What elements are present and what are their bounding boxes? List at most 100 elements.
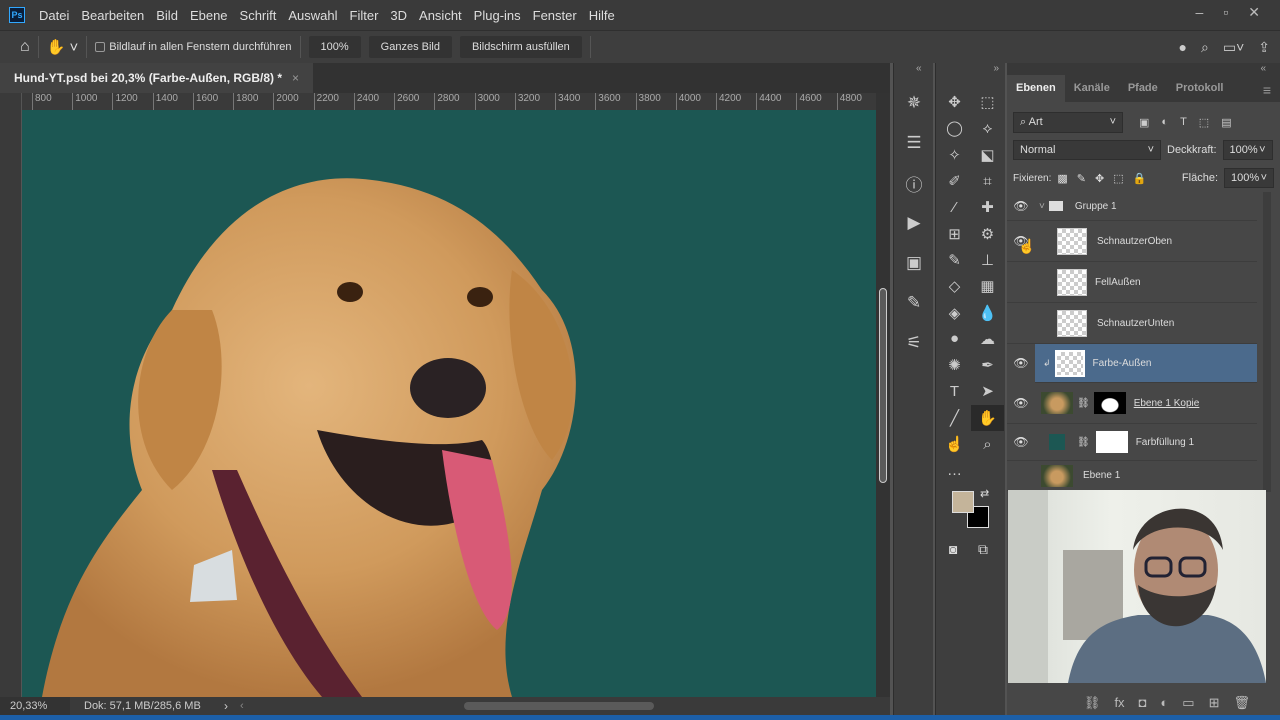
filter-kind-select[interactable]: ⌕ Art ˅: [1013, 111, 1123, 133]
layer-row-schnautzerunten[interactable]: SchnautzerUnten: [1007, 303, 1257, 344]
delete-layer-icon[interactable]: 🗑: [1233, 695, 1250, 711]
paint-bucket-icon[interactable]: ◈: [938, 299, 971, 325]
type-filter-icon[interactable]: T: [1180, 116, 1187, 129]
zoom-tool-icon[interactable]: ⌕: [971, 431, 1004, 457]
sponge-icon[interactable]: ☁: [971, 326, 1004, 352]
lock-all-icon[interactable]: 🔒: [1133, 172, 1147, 185]
foreground-color-swatch[interactable]: [952, 491, 974, 513]
brush-tool-icon[interactable]: ✎: [938, 247, 971, 273]
scroll-left-icon[interactable]: ‹: [240, 700, 244, 712]
swap-colors-icon[interactable]: ⇄: [980, 487, 989, 500]
menu-plugins[interactable]: Plug-ins: [468, 8, 527, 23]
layer-row-farbfuellung-1[interactable]: 👁 ⛓ Farbfüllung 1: [1007, 424, 1257, 461]
lock-position-icon[interactable]: ✥: [1095, 172, 1104, 185]
visibility-eye-icon[interactable]: 👁: [1007, 343, 1035, 383]
scrollbar-thumb[interactable]: [879, 288, 887, 483]
layer-row-fellaussen[interactable]: FellAußen: [1007, 262, 1257, 303]
pen-tool-icon[interactable]: ✒: [971, 352, 1004, 378]
expand-icon[interactable]: »: [936, 63, 1005, 77]
menu-filter[interactable]: Filter: [344, 8, 385, 23]
fit-screen-button[interactable]: Ganzes Bild: [368, 36, 452, 58]
shape-filter-icon[interactable]: ⬚: [1199, 116, 1209, 129]
zoom-100-button[interactable]: 100%: [308, 36, 361, 58]
layers-scrollbar[interactable]: [1263, 192, 1271, 492]
adjustments-icon[interactable]: ☰: [894, 123, 934, 163]
polygon-lasso-icon[interactable]: ⟡: [971, 115, 1004, 141]
document-tab[interactable]: Hund-YT.psd bei 20,3% (Farbe-Außen, RGB/…: [0, 63, 314, 93]
layer-row-ebene-1[interactable]: Ebene 1: [1007, 461, 1257, 491]
layer-row-ebene-1-kopie[interactable]: 👁 ⛓ Ebene 1 Kopie: [1007, 383, 1257, 424]
layer-mask-thumbnail[interactable]: [1095, 431, 1128, 453]
adjustment-filter-icon[interactable]: ◐: [1161, 116, 1168, 129]
blur-icon[interactable]: 💧: [971, 299, 1004, 325]
marquee-tool-icon[interactable]: ⬚: [971, 89, 1004, 115]
menu-3d[interactable]: 3D: [384, 8, 413, 23]
patch-icon[interactable]: ⊞: [938, 220, 971, 246]
brush-settings-icon[interactable]: ✵: [894, 83, 934, 123]
lock-pixels-icon[interactable]: ✎: [1077, 172, 1086, 185]
stamp-tool-icon[interactable]: ⊥: [971, 247, 1004, 273]
menu-auswahl[interactable]: Auswahl: [282, 8, 343, 23]
panel-menu-icon[interactable]: ≡: [1254, 75, 1280, 102]
fill-color-thumbnail[interactable]: [1049, 434, 1065, 450]
layer-row-schnautzeroben[interactable]: 👁 SchnautzerOben: [1007, 221, 1257, 262]
minimize-icon[interactable]: –: [1196, 4, 1204, 21]
lock-artboard-icon[interactable]: ⬚: [1113, 172, 1123, 185]
menu-bearbeiten[interactable]: Bearbeiten: [75, 8, 150, 23]
quick-select-icon[interactable]: ✐: [938, 168, 971, 194]
vertical-scrollbar[interactable]: [876, 93, 890, 697]
menu-fenster[interactable]: Fenster: [527, 8, 583, 23]
home-icon[interactable]: ⌂: [20, 38, 30, 56]
link-layers-icon[interactable]: ⛓: [1084, 695, 1101, 711]
pixel-filter-icon[interactable]: ▣: [1139, 116, 1149, 129]
screen-mode-icon[interactable]: ⧉: [978, 541, 988, 558]
menu-ebene[interactable]: Ebene: [184, 8, 234, 23]
eyedropper-icon[interactable]: ⁄: [938, 194, 971, 220]
expand-chevron-icon[interactable]: ˅: [1039, 201, 1045, 212]
close-tab-icon[interactable]: ×: [292, 71, 299, 85]
quick-mask-icon[interactable]: ◙: [949, 541, 957, 557]
layer-row-gruppe-1[interactable]: 👁 ˅ Gruppe 1: [1007, 192, 1257, 221]
status-arrow-icon[interactable]: ›: [224, 699, 228, 713]
panel-collapse-icon[interactable]: «: [1007, 63, 1280, 75]
properties-icon[interactable]: ⚟: [894, 323, 934, 363]
more-tools-icon[interactable]: …: [938, 457, 971, 483]
menu-datei[interactable]: Datei: [33, 8, 75, 23]
dodge-icon[interactable]: ●: [938, 326, 971, 352]
layer-mask-thumbnail[interactable]: [1093, 392, 1126, 414]
fill-screen-button[interactable]: Bildschirm ausfüllen: [459, 36, 582, 58]
visibility-eye-icon[interactable]: 👁: [1007, 435, 1035, 449]
maximize-icon[interactable]: ▫: [1223, 4, 1228, 21]
fill-input[interactable]: 100% ˅: [1224, 168, 1274, 188]
tab-kanaele[interactable]: Kanäle: [1065, 75, 1119, 102]
opacity-input[interactable]: 100% ˅: [1222, 140, 1273, 160]
eraser-icon[interactable]: ◇: [938, 273, 971, 299]
brush-icon[interactable]: ✎: [894, 283, 934, 323]
link-icon[interactable]: ⛓: [1077, 437, 1090, 448]
content-aware-icon[interactable]: ⚙: [971, 220, 1004, 246]
move-tool-icon[interactable]: ✥: [938, 89, 971, 115]
adjustment-layer-icon[interactable]: ◐: [1160, 695, 1168, 710]
rotate-view-icon[interactable]: ☝: [938, 431, 971, 457]
tab-protokoll[interactable]: Protokoll: [1167, 75, 1233, 102]
blend-mode-select[interactable]: Normal ˅: [1013, 140, 1161, 160]
close-icon[interactable]: ✕: [1248, 4, 1260, 21]
info-icon[interactable]: ⓘ: [894, 163, 934, 203]
horizontal-scroll-thumb[interactable]: [463, 702, 654, 710]
libraries-icon[interactable]: ▣: [894, 243, 934, 283]
canvas[interactable]: [22, 110, 876, 697]
menu-bild[interactable]: Bild: [150, 8, 184, 23]
smart-filter-icon[interactable]: ▤: [1221, 116, 1231, 129]
crop-tool-icon[interactable]: ⌗: [971, 168, 1004, 194]
path-select-icon[interactable]: ➤: [971, 378, 1004, 404]
visibility-eye-icon[interactable]: 👁: [1007, 396, 1035, 410]
tab-ebenen[interactable]: Ebenen: [1007, 75, 1065, 102]
menu-ansicht[interactable]: Ansicht: [413, 8, 468, 23]
hand-tool-icon[interactable]: ✋ ˅: [47, 38, 79, 56]
healing-icon[interactable]: ✚: [971, 194, 1004, 220]
zoom-level[interactable]: 20,33%: [0, 697, 70, 715]
lock-transparency-icon[interactable]: ▩: [1057, 172, 1067, 185]
menu-hilfe[interactable]: Hilfe: [583, 8, 621, 23]
new-group-icon[interactable]: ▭: [1182, 695, 1194, 711]
smudge-icon[interactable]: ✺: [938, 352, 971, 378]
